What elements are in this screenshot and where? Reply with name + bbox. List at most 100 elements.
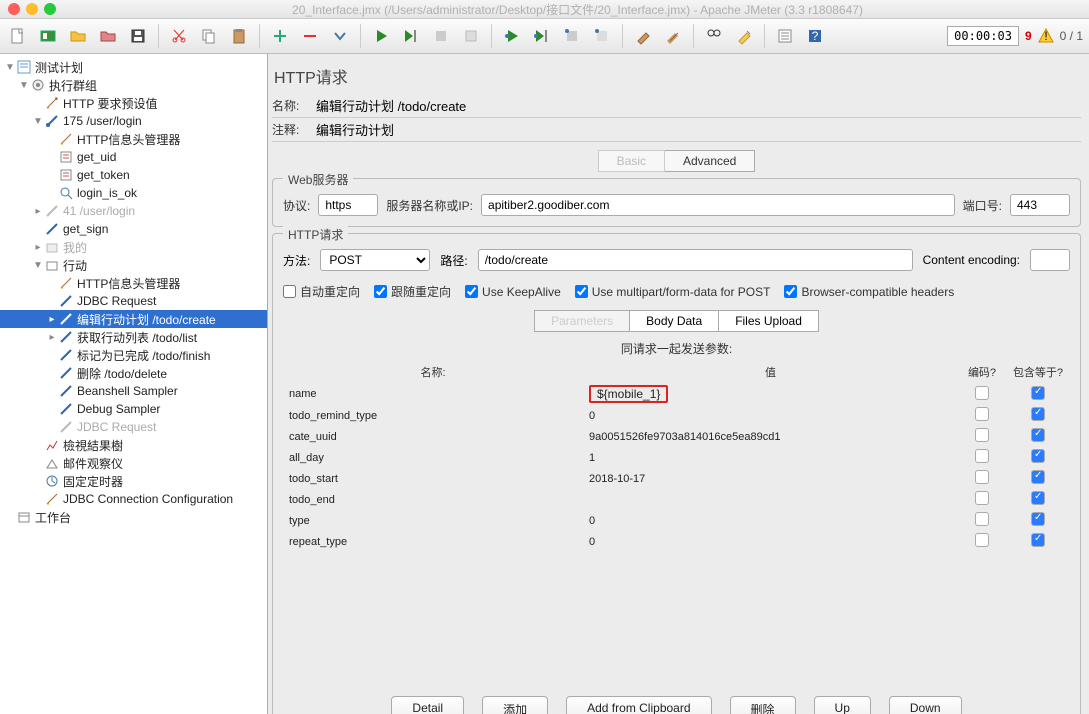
param-include-checkbox[interactable] — [1006, 447, 1070, 468]
cb-multipart[interactable]: Use multipart/form-data for POST — [575, 285, 771, 299]
tree-mail-viewer[interactable]: 邮件观察仪 — [0, 454, 267, 472]
encoding-input[interactable] — [1030, 249, 1070, 271]
tree-login-41[interactable]: ▸41 /user/login — [0, 202, 267, 220]
tab-advanced[interactable]: Advanced — [665, 150, 755, 172]
tree-login-175[interactable]: ▼175 /user/login — [0, 112, 267, 130]
method-select[interactable]: POST — [320, 249, 430, 271]
param-include-checkbox[interactable] — [1006, 510, 1070, 531]
remote-shutdown-button[interactable] — [590, 24, 614, 48]
tab-body-data[interactable]: Body Data — [630, 310, 719, 332]
stop-button[interactable] — [429, 24, 453, 48]
param-include-checkbox[interactable] — [1006, 426, 1070, 447]
clear-all-button[interactable] — [661, 24, 685, 48]
close-file-button[interactable] — [96, 24, 120, 48]
path-input[interactable] — [478, 249, 913, 271]
param-encode-checkbox[interactable] — [958, 531, 1006, 552]
comment-input[interactable] — [312, 120, 1081, 139]
param-encode-checkbox[interactable] — [958, 383, 1006, 405]
param-name[interactable]: repeat_type — [283, 531, 583, 552]
tree-jdbc-request-2[interactable]: JDBC Request — [0, 418, 267, 436]
param-encode-checkbox[interactable] — [958, 447, 1006, 468]
tree-beanshell[interactable]: Beanshell Sampler — [0, 382, 267, 400]
tree-view-results[interactable]: 檢視結果樹 — [0, 436, 267, 454]
param-value[interactable] — [583, 489, 958, 510]
param-value[interactable]: 2018-10-17 — [583, 468, 958, 489]
tab-files-upload[interactable]: Files Upload — [719, 310, 819, 332]
add-from-clipboard-button[interactable]: Add from Clipboard — [566, 696, 711, 714]
remote-start-all-button[interactable] — [530, 24, 554, 48]
tree-test-plan[interactable]: ▼测试计划 — [0, 58, 267, 76]
zoom-window-button[interactable] — [44, 3, 56, 15]
param-name[interactable]: todo_start — [283, 468, 583, 489]
tree-workbench[interactable]: 工作台 — [0, 508, 267, 526]
tree-todo-create[interactable]: ▸编辑行动计划 /todo/create — [0, 310, 267, 328]
tree-action[interactable]: ▼行动 — [0, 256, 267, 274]
table-row[interactable]: repeat_type0 — [283, 531, 1070, 552]
param-name[interactable]: name — [283, 383, 583, 405]
table-row[interactable]: name${mobile_1} — [283, 383, 1070, 405]
search-button[interactable] — [702, 24, 726, 48]
cb-keepalive[interactable]: Use KeepAlive — [465, 285, 561, 299]
param-name[interactable]: all_day — [283, 447, 583, 468]
table-row[interactable]: cate_uuid9a0051526fe9703a814016ce5ea89cd… — [283, 426, 1070, 447]
clear-button[interactable] — [631, 24, 655, 48]
param-name[interactable]: cate_uuid — [283, 426, 583, 447]
up-button[interactable]: Up — [814, 696, 871, 714]
cut-button[interactable] — [167, 24, 191, 48]
tab-parameters[interactable]: Parameters — [534, 310, 630, 332]
param-name[interactable]: todo_remind_type — [283, 405, 583, 426]
tree-header-manager-2[interactable]: HTTP信息头管理器 — [0, 274, 267, 292]
table-row[interactable]: all_day1 — [283, 447, 1070, 468]
tree-http-defaults[interactable]: HTTP 要求预设值 — [0, 94, 267, 112]
tree-header-manager-1[interactable]: HTTP信息头管理器 — [0, 130, 267, 148]
param-include-checkbox[interactable] — [1006, 468, 1070, 489]
tree-todo-list[interactable]: ▸获取行动列表 /todo/list — [0, 328, 267, 346]
tree-mine[interactable]: ▸我的 — [0, 238, 267, 256]
param-include-checkbox[interactable] — [1006, 405, 1070, 426]
port-input[interactable] — [1010, 194, 1070, 216]
param-value[interactable]: ${mobile_1} — [583, 383, 958, 405]
detail-button[interactable]: Detail — [391, 696, 464, 714]
tab-basic[interactable]: Basic — [598, 150, 665, 172]
cb-auto-redirect[interactable]: 自动重定向 — [283, 283, 360, 300]
expand-button[interactable] — [268, 24, 292, 48]
close-window-button[interactable] — [8, 3, 20, 15]
param-name[interactable]: todo_end — [283, 489, 583, 510]
table-row[interactable]: type0 — [283, 510, 1070, 531]
run-no-pause-button[interactable] — [399, 24, 423, 48]
function-helper-button[interactable] — [773, 24, 797, 48]
tree-todo-delete[interactable]: 删除 /todo/delete — [0, 364, 267, 382]
param-encode-checkbox[interactable] — [958, 510, 1006, 531]
table-row[interactable]: todo_start2018-10-17 — [283, 468, 1070, 489]
server-input[interactable] — [481, 194, 955, 216]
test-plan-tree[interactable]: ▼测试计划 ▼执行群组 HTTP 要求预设值 ▼175 /user/login … — [0, 54, 268, 714]
run-button[interactable] — [369, 24, 393, 48]
tree-constant-timer[interactable]: 固定定时器 — [0, 472, 267, 490]
remote-start-button[interactable] — [500, 24, 524, 48]
params-table[interactable]: 名称: 值 编码? 包含等于? name${mobile_1}todo_remi… — [283, 361, 1070, 552]
reset-search-button[interactable] — [732, 24, 756, 48]
paste-button[interactable] — [227, 24, 251, 48]
tree-debug-sampler[interactable]: Debug Sampler — [0, 400, 267, 418]
tree-todo-finish[interactable]: 标记为已完成 /todo/finish — [0, 346, 267, 364]
templates-button[interactable] — [36, 24, 60, 48]
minimize-window-button[interactable] — [26, 3, 38, 15]
down-button[interactable]: Down — [889, 696, 962, 714]
param-value[interactable]: 0 — [583, 405, 958, 426]
tree-jdbc-request-1[interactable]: JDBC Request — [0, 292, 267, 310]
param-encode-checkbox[interactable] — [958, 489, 1006, 510]
save-button[interactable] — [126, 24, 150, 48]
param-include-checkbox[interactable] — [1006, 489, 1070, 510]
new-file-button[interactable] — [6, 24, 30, 48]
param-value[interactable]: 1 — [583, 447, 958, 468]
toggle-button[interactable] — [328, 24, 352, 48]
remote-stop-button[interactable] — [560, 24, 584, 48]
param-value[interactable]: 9a0051526fe9703a814016ce5ea89cd1 — [583, 426, 958, 447]
param-value[interactable]: 0 — [583, 510, 958, 531]
tree-get-uid[interactable]: get_uid — [0, 148, 267, 166]
open-file-button[interactable] — [66, 24, 90, 48]
param-include-checkbox[interactable] — [1006, 531, 1070, 552]
param-include-checkbox[interactable] — [1006, 383, 1070, 405]
name-input[interactable] — [312, 96, 1081, 115]
tree-get-sign[interactable]: get_sign — [0, 220, 267, 238]
